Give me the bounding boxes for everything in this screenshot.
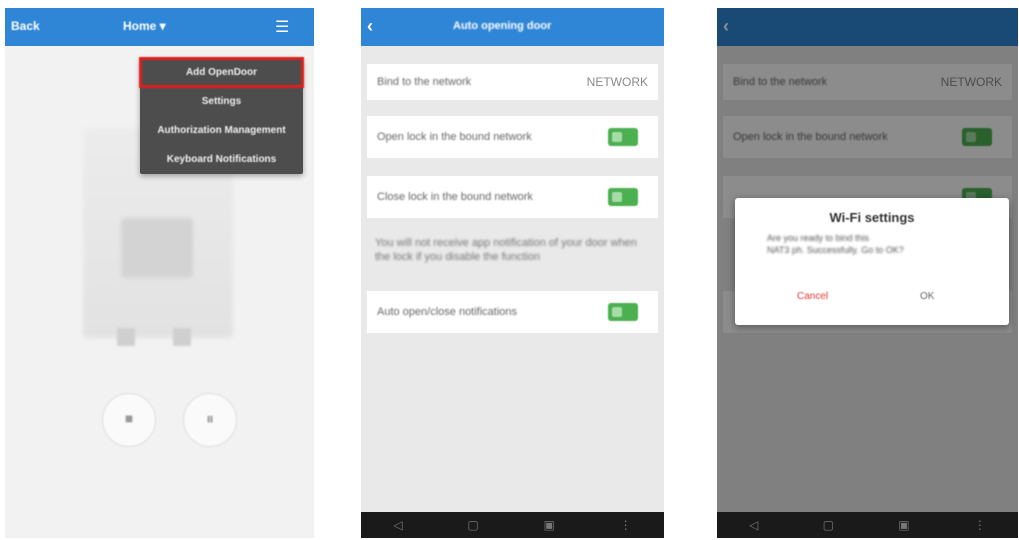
status-indicator (117, 328, 135, 346)
status-indicator (173, 328, 191, 346)
open-lock-toggle[interactable] (608, 128, 638, 146)
home-nav-icon[interactable]: ▢ (823, 518, 834, 532)
menu-item-add-opendoor[interactable]: Add OpenDoor (139, 57, 304, 88)
recent-apps-icon[interactable]: ▣ (543, 518, 554, 532)
phone-screen-wifi-dialog: ‹ Bind to the network NETWORK Open lock … (717, 8, 1018, 538)
phone-screen-home: Back Home ▾ ☰ ⏹ ⏸ Add OpenDoor Settings … (5, 8, 314, 538)
back-button[interactable]: Back (11, 19, 40, 33)
toggle-row-label: Close lock in the bound network (377, 191, 533, 203)
toggle-row-open-lock: Open lock in the bound network (367, 116, 658, 158)
unlock-control-button[interactable]: ⏸ (183, 393, 237, 447)
dialog-message-line: Are you ready to bind this (767, 233, 870, 243)
stop-icon: ⏹ (124, 411, 133, 428)
page-title: Auto opening door (453, 20, 552, 32)
network-row-label: Bind to the network (377, 76, 472, 88)
menu-item-notifications[interactable]: Keyboard Notifications (140, 145, 303, 174)
pause-icon: ⏸ (205, 411, 214, 428)
auto-open-top-bar: ‹ Auto opening door (361, 8, 664, 46)
menu-item-authorization[interactable]: Authorization Management (140, 116, 303, 145)
ok-button[interactable]: OK (920, 291, 934, 302)
wifi-settings-dialog: Wi-Fi settings Are you ready to bind thi… (735, 198, 1009, 325)
close-lock-toggle[interactable] (608, 188, 638, 206)
recent-apps-icon[interactable]: ▣ (898, 518, 909, 532)
back-nav-icon[interactable]: ◁ (393, 518, 402, 532)
dialog-message: Are you ready to bind this NAT3 ph. Succ… (767, 232, 993, 256)
android-nav-bar: ◁ ▢ ▣ ⋮ (361, 512, 664, 538)
more-icon[interactable]: ⋮ (620, 518, 632, 532)
lock-control-button[interactable]: ⏹ (102, 393, 156, 447)
toggle-row-label: Open lock in the bound network (377, 131, 532, 143)
overflow-menu: Add OpenDoor Settings Authorization Mana… (139, 57, 304, 174)
toggle-row-close-lock: Close lock in the bound network (367, 176, 658, 218)
menu-icon[interactable]: ☰ (275, 17, 289, 37)
android-nav-bar: ◁ ▢ ▣ ⋮ (717, 512, 1018, 538)
phone-screen-auto-open: ‹ Auto opening door Bind to the network … (361, 8, 664, 538)
dialog-message-line: NAT3 ph. Successfully. Go to OK? (767, 245, 904, 255)
more-icon[interactable]: ⋮ (974, 518, 986, 532)
chevron-left-icon[interactable]: ‹ (367, 16, 373, 37)
back-nav-icon[interactable]: ◁ (749, 518, 758, 532)
home-top-bar: Back Home ▾ ☰ (5, 8, 314, 46)
home-title-dropdown[interactable]: Home ▾ (123, 19, 166, 33)
toggle-row-notifications: Auto open/close notifications (367, 291, 658, 333)
menu-item-settings[interactable]: Settings (140, 87, 303, 116)
network-row[interactable]: Bind to the network NETWORK (367, 64, 658, 100)
info-note: You will not receive app notification of… (375, 237, 637, 263)
dialog-title: Wi-Fi settings (829, 210, 915, 225)
home-nav-icon[interactable]: ▢ (467, 518, 478, 532)
cancel-button[interactable]: Cancel (797, 291, 828, 302)
toggle-row-label: Auto open/close notifications (377, 306, 518, 318)
lock-device-screen (121, 218, 193, 278)
notifications-toggle[interactable] (608, 303, 638, 321)
network-row-value: NETWORK (586, 75, 648, 89)
